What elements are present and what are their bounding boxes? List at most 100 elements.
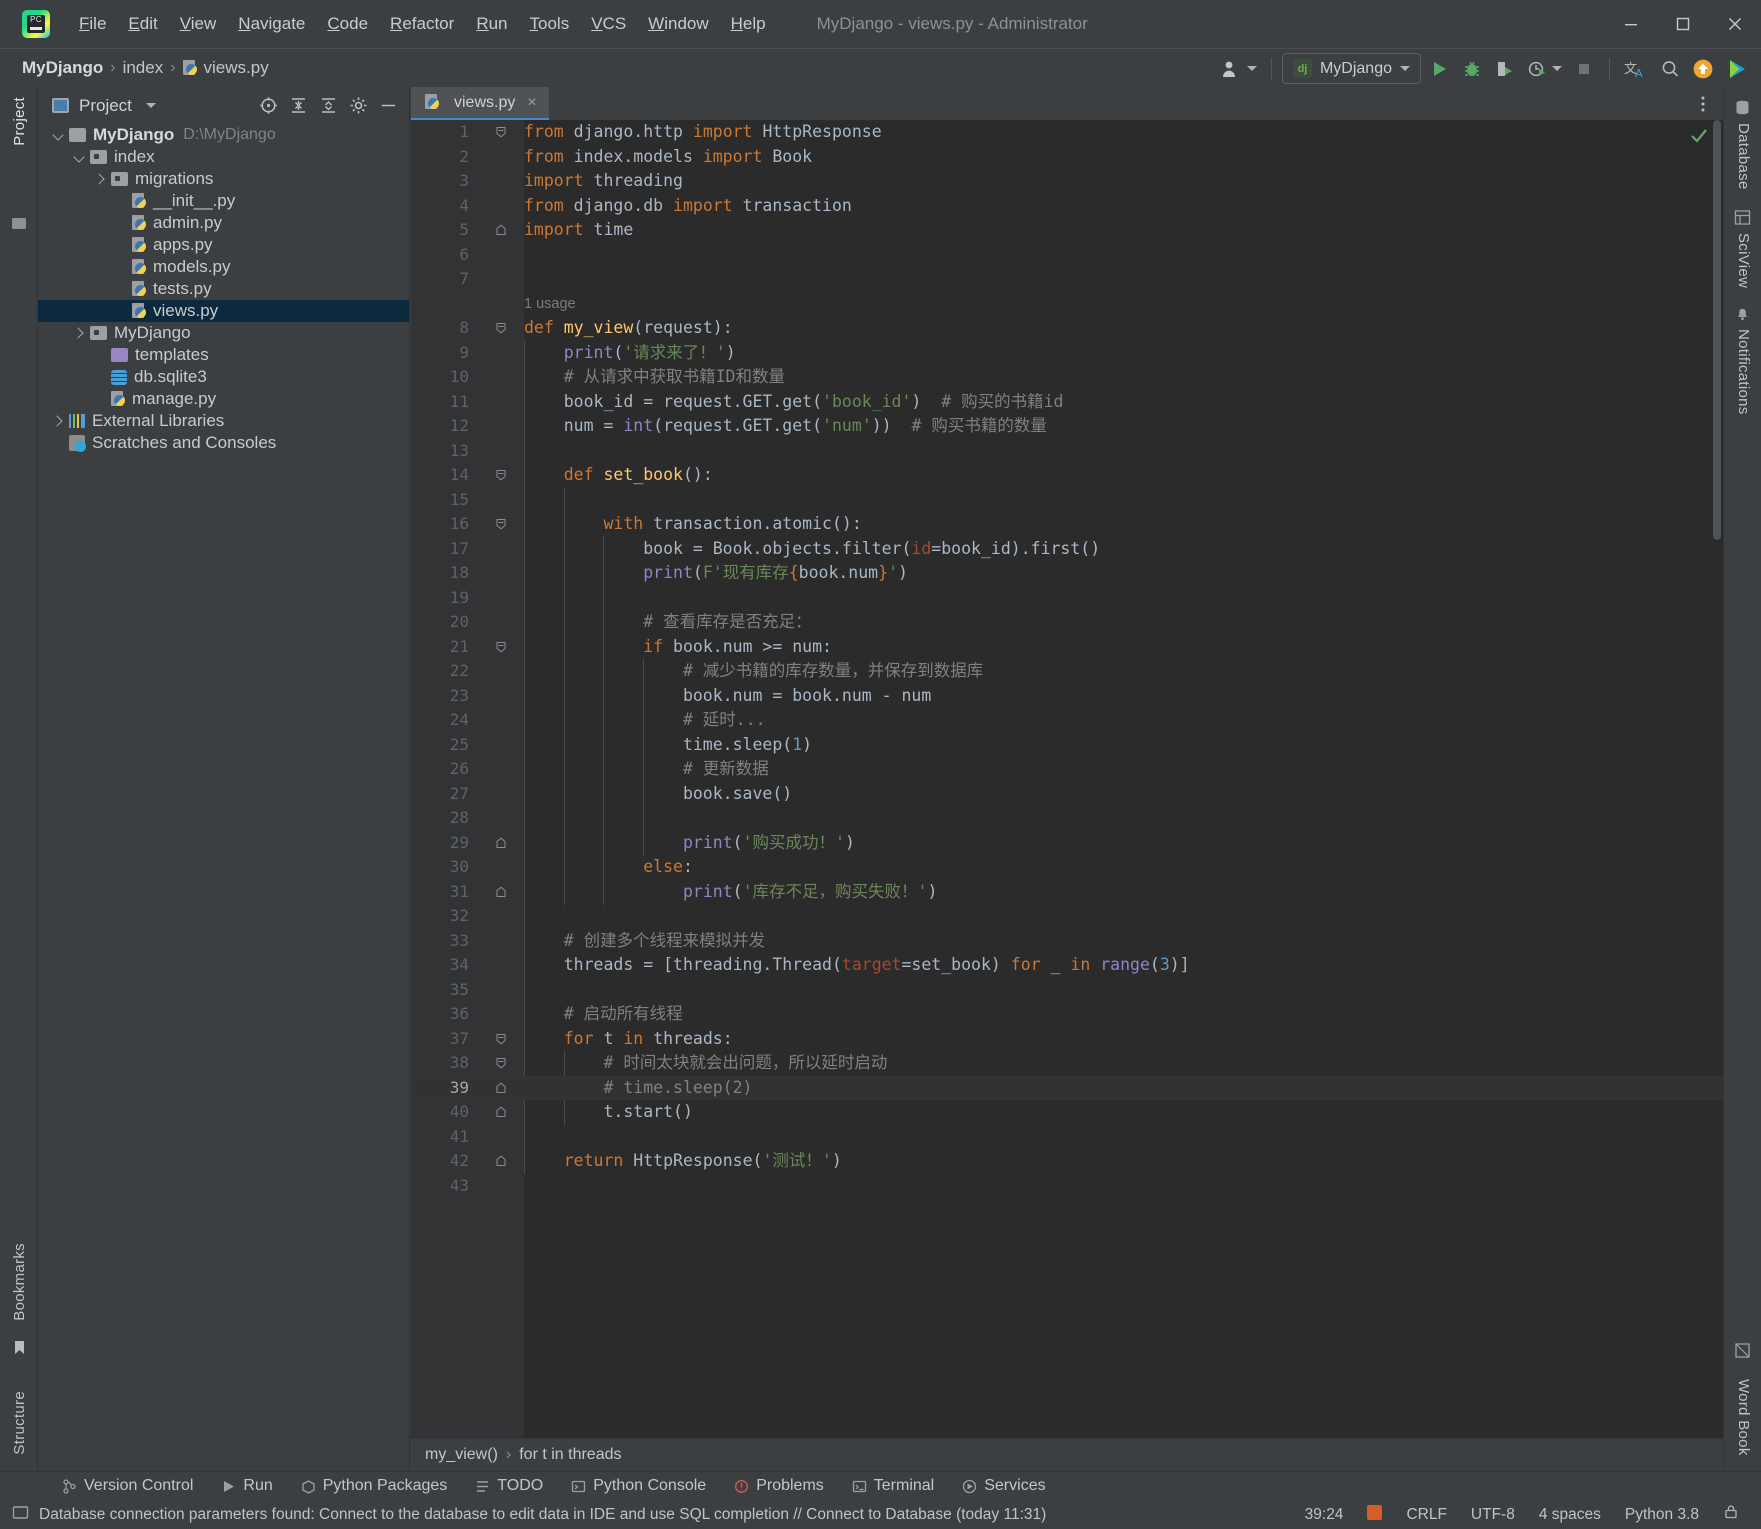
- bottom-tool-strip[interactable]: Version Control Run Python Packages TODO Pyt…: [0, 1471, 1761, 1500]
- breadcrumb[interactable]: MyDjango › index › views.py: [22, 58, 269, 78]
- menu-vcs[interactable]: VCS: [580, 10, 637, 38]
- chevron-down-icon[interactable]: [73, 151, 86, 164]
- line-number[interactable]: 23: [411, 684, 477, 709]
- code-line[interactable]: 5 import time: [411, 218, 1723, 243]
- editor-scrollbar[interactable]: [1713, 120, 1721, 540]
- stripe-button-database[interactable]: Database: [1735, 123, 1752, 190]
- menu-refactor[interactable]: Refactor: [379, 10, 465, 38]
- editor-tab-views-py[interactable]: views.py ×: [411, 87, 549, 120]
- code-line[interactable]: 32: [411, 904, 1723, 929]
- chevron-down-icon[interactable]: [145, 103, 156, 108]
- code-line[interactable]: 16 with transaction.atomic():: [411, 512, 1723, 537]
- encoding[interactable]: UTF-8: [1459, 1506, 1527, 1524]
- tool-window-services[interactable]: Services: [948, 1477, 1059, 1495]
- tree-item-views-py[interactable]: views.py: [38, 300, 409, 322]
- account-icon[interactable]: [1217, 53, 1261, 84]
- code-line[interactable]: 35: [411, 978, 1723, 1003]
- code-line[interactable]: 31 print('库存不足，购买失败！'): [411, 880, 1723, 905]
- breadcrumb-item-index[interactable]: index: [123, 58, 164, 78]
- line-number[interactable]: 11: [411, 390, 477, 415]
- code-line[interactable]: 14 def set_book():: [411, 463, 1723, 488]
- line-number[interactable]: 29: [411, 831, 477, 856]
- code-line[interactable]: 15: [411, 488, 1723, 513]
- line-number[interactable]: 19: [411, 586, 477, 611]
- code-line[interactable]: 27 book.save(): [411, 782, 1723, 807]
- editor-breadcrumb-item[interactable]: for t in threads: [519, 1446, 621, 1464]
- chevron-right-icon[interactable]: [73, 327, 86, 340]
- debug-icon[interactable]: [1456, 53, 1487, 84]
- close-icon[interactable]: [1709, 0, 1761, 48]
- tree-item-external-libraries[interactable]: External Libraries: [38, 410, 409, 432]
- line-number[interactable]: 17: [411, 537, 477, 562]
- menu-tools[interactable]: Tools: [519, 10, 581, 38]
- ime-icon[interactable]: [1355, 1504, 1394, 1525]
- line-number[interactable]: 5: [411, 218, 477, 243]
- code-line[interactable]: 40 t.start(): [411, 1100, 1723, 1125]
- word-book-icon[interactable]: [1734, 1342, 1751, 1359]
- python-interpreter[interactable]: Python 3.8: [1613, 1506, 1711, 1524]
- tree-item-mydjango[interactable]: MyDjango D:\MyDjango: [38, 124, 409, 146]
- database-stripe-icon[interactable]: [1734, 99, 1751, 116]
- usage-hint[interactable]: 1 usage: [411, 292, 1723, 317]
- menu-bar[interactable]: File Edit View Navigate Code Refactor Run Tools…: [68, 10, 777, 38]
- line-number[interactable]: 8: [411, 316, 477, 341]
- code-line[interactable]: 26 # 更新数据: [411, 757, 1723, 782]
- search-icon[interactable]: [1654, 53, 1685, 84]
- code-line[interactable]: 43: [411, 1174, 1723, 1199]
- line-number[interactable]: 40: [411, 1100, 477, 1125]
- chevron-right-icon[interactable]: [94, 173, 107, 186]
- line-number[interactable]: 26: [411, 757, 477, 782]
- caret-position[interactable]: 39:24: [1293, 1506, 1356, 1524]
- code-line[interactable]: 29 print('购买成功！'): [411, 831, 1723, 856]
- update-icon[interactable]: [1687, 53, 1719, 84]
- tree-item-templates[interactable]: templates: [38, 344, 409, 366]
- line-number[interactable]: 34: [411, 953, 477, 978]
- code-line[interactable]: 25 time.sleep(1): [411, 733, 1723, 758]
- tool-window-todo[interactable]: TODO: [461, 1477, 557, 1495]
- select-opened-file-icon[interactable]: [256, 93, 281, 118]
- code-line[interactable]: 17 book = Book.objects.filter(id=book_id…: [411, 537, 1723, 562]
- code-line[interactable]: 30 else:: [411, 855, 1723, 880]
- tree-item-manage-py[interactable]: manage.py: [38, 388, 409, 410]
- code-line[interactable]: 24 # 延时...: [411, 708, 1723, 733]
- line-number[interactable]: 24: [411, 708, 477, 733]
- line-number[interactable]: 43: [411, 1174, 477, 1199]
- breadcrumb-item-mydjango[interactable]: MyDjango: [22, 58, 103, 78]
- code-editor[interactable]: 1 from django.http import HttpResponse 2 fr…: [411, 120, 1723, 1438]
- code-line[interactable]: 12 num = int(request.GET.get('num')) # 购…: [411, 414, 1723, 439]
- code-line[interactable]: 20 # 查看库存是否充足：: [411, 610, 1723, 635]
- menu-edit[interactable]: Edit: [117, 10, 168, 38]
- line-number[interactable]: 1: [411, 120, 477, 145]
- line-number[interactable]: 42: [411, 1149, 477, 1174]
- settings-gear-icon[interactable]: [346, 93, 371, 118]
- stripe-button-word-book[interactable]: Word Book: [1735, 1379, 1752, 1456]
- code-line[interactable]: 36 # 启动所有线程: [411, 1002, 1723, 1027]
- tool-window-version-control[interactable]: Version Control: [48, 1477, 207, 1495]
- tree-item--init-py[interactable]: __init__.py: [38, 190, 409, 212]
- editor-breadcrumbs[interactable]: my_view() › for t in threads: [411, 1438, 1723, 1471]
- tree-item-scratches-and-consoles[interactable]: Scratches and Consoles: [38, 432, 409, 454]
- tree-item-mydjango[interactable]: MyDjango: [38, 322, 409, 344]
- code-line[interactable]: 4 from django.db import transaction: [411, 194, 1723, 219]
- tree-item-index[interactable]: index: [38, 146, 409, 168]
- code-line[interactable]: 6: [411, 243, 1723, 268]
- code-line[interactable]: 10 # 从请求中获取书籍ID和数量: [411, 365, 1723, 390]
- code-line[interactable]: 39 # time.sleep(2): [411, 1075, 1723, 1100]
- indent-setting[interactable]: 4 spaces: [1527, 1506, 1613, 1524]
- code-line[interactable]: 7: [411, 267, 1723, 292]
- line-number[interactable]: 12: [411, 414, 477, 439]
- tree-item-models-py[interactable]: models.py: [38, 256, 409, 278]
- project-tree[interactable]: MyDjango D:\MyDjango index migrations __init…: [38, 124, 409, 1471]
- code-line[interactable]: 41: [411, 1125, 1723, 1150]
- stripe-button-sciview[interactable]: SciView: [1735, 233, 1752, 288]
- minimize-icon[interactable]: [1605, 0, 1657, 48]
- coverage-icon[interactable]: [1489, 53, 1520, 84]
- chevron-down-icon[interactable]: [52, 129, 65, 142]
- close-tab-icon[interactable]: ×: [527, 94, 536, 112]
- project-stripe-icon[interactable]: [11, 215, 28, 232]
- profile-icon[interactable]: [1522, 53, 1566, 84]
- line-number[interactable]: 25: [411, 733, 477, 758]
- database-notification-icon[interactable]: [12, 1504, 29, 1526]
- breadcrumb-item-views-py[interactable]: views.py: [182, 58, 269, 78]
- stripe-button-project[interactable]: Project: [11, 97, 28, 146]
